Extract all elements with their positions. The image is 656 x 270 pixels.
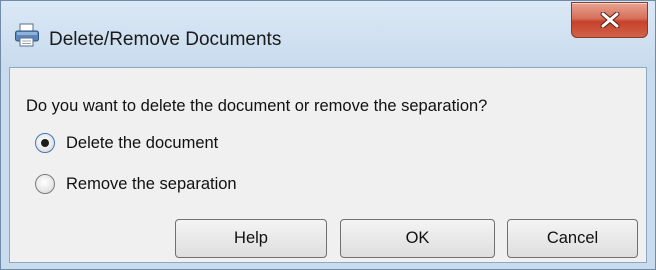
option-remove-separation[interactable]: Remove the separation bbox=[35, 172, 237, 196]
close-icon bbox=[600, 12, 620, 28]
radio-remove-separation[interactable] bbox=[35, 174, 55, 194]
close-button[interactable] bbox=[571, 2, 648, 38]
dialog-window: Delete/Remove Documents Do you want to d… bbox=[0, 0, 656, 270]
question-text: Do you want to delete the document or re… bbox=[26, 97, 488, 115]
help-button[interactable]: Help bbox=[175, 219, 327, 258]
window-title: Delete/Remove Documents bbox=[49, 29, 282, 50]
printer-icon bbox=[14, 23, 40, 47]
option-label-remove: Remove the separation bbox=[66, 174, 237, 193]
title-bar[interactable]: Delete/Remove Documents bbox=[1, 1, 655, 67]
option-label-delete: Delete the document bbox=[66, 133, 219, 152]
option-delete-document[interactable]: Delete the document bbox=[35, 131, 218, 155]
cancel-button[interactable]: Cancel bbox=[507, 219, 638, 258]
radio-delete-document[interactable] bbox=[35, 133, 55, 153]
ok-button[interactable]: OK bbox=[340, 219, 495, 258]
